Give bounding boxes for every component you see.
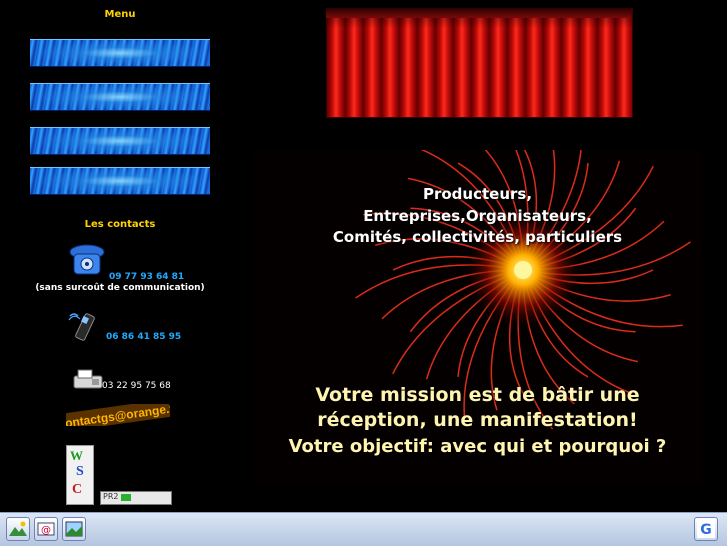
menu-button-3[interactable] bbox=[30, 127, 210, 155]
google-icon[interactable]: G bbox=[694, 517, 718, 541]
curtain-valance bbox=[326, 8, 631, 18]
poster-image: Producteurs, Entreprises,Organisateurs, … bbox=[253, 150, 702, 485]
pagerank-bar[interactable]: PR2 bbox=[100, 491, 172, 505]
svg-text:G: G bbox=[700, 522, 712, 538]
mobile-number: 06 86 41 85 95 bbox=[106, 332, 182, 342]
curtain-image bbox=[326, 8, 633, 118]
wsc-logo-letter-w: W bbox=[70, 448, 83, 463]
wsc-logo-letter-s: S bbox=[76, 464, 84, 479]
poster-line-comites: Comités, collectivités, particuliers bbox=[332, 228, 623, 246]
contacts-title: Les contacts bbox=[84, 219, 156, 230]
landline-number: 09 77 93 64 81 bbox=[109, 272, 185, 282]
menu-title: Menu bbox=[104, 9, 136, 20]
wsc-logo[interactable]: W S C bbox=[66, 445, 94, 505]
mountain-image-icon[interactable] bbox=[6, 517, 30, 541]
email-icon[interactable]: @ bbox=[34, 517, 58, 541]
poster-line-entreprises: Entreprises,Organisateurs, bbox=[363, 207, 592, 225]
pagerank-fill bbox=[121, 494, 131, 501]
taskbar bbox=[0, 512, 727, 546]
telephone-icon bbox=[69, 244, 105, 275]
menu-button-2[interactable] bbox=[30, 83, 210, 111]
menu-button-4[interactable] bbox=[30, 167, 210, 195]
svg-text:@: @ bbox=[41, 525, 51, 536]
email-banner[interactable]: contactgs@orange.fr bbox=[66, 404, 170, 426]
poster-mission-line2: réception, une manifestation! bbox=[317, 409, 638, 431]
wsc-logo-letter-c: C bbox=[72, 482, 83, 497]
poster-objective: Votre objectif: avec qui et pourquoi ? bbox=[288, 436, 667, 457]
menu-button-1[interactable] bbox=[30, 39, 210, 67]
poster-mission-line1: Votre mission est de bâtir une bbox=[315, 384, 640, 406]
picture-icon[interactable] bbox=[62, 517, 86, 541]
fax-number: 03 22 95 75 68 bbox=[102, 381, 171, 391]
poster-line-producteurs: Producteurs, bbox=[422, 185, 533, 203]
fax-icon bbox=[73, 369, 103, 389]
mobile-phone-icon bbox=[68, 313, 95, 341]
pagerank-label: PR2 bbox=[103, 492, 119, 501]
landline-note: (sans surcoût de communication) bbox=[35, 283, 205, 293]
